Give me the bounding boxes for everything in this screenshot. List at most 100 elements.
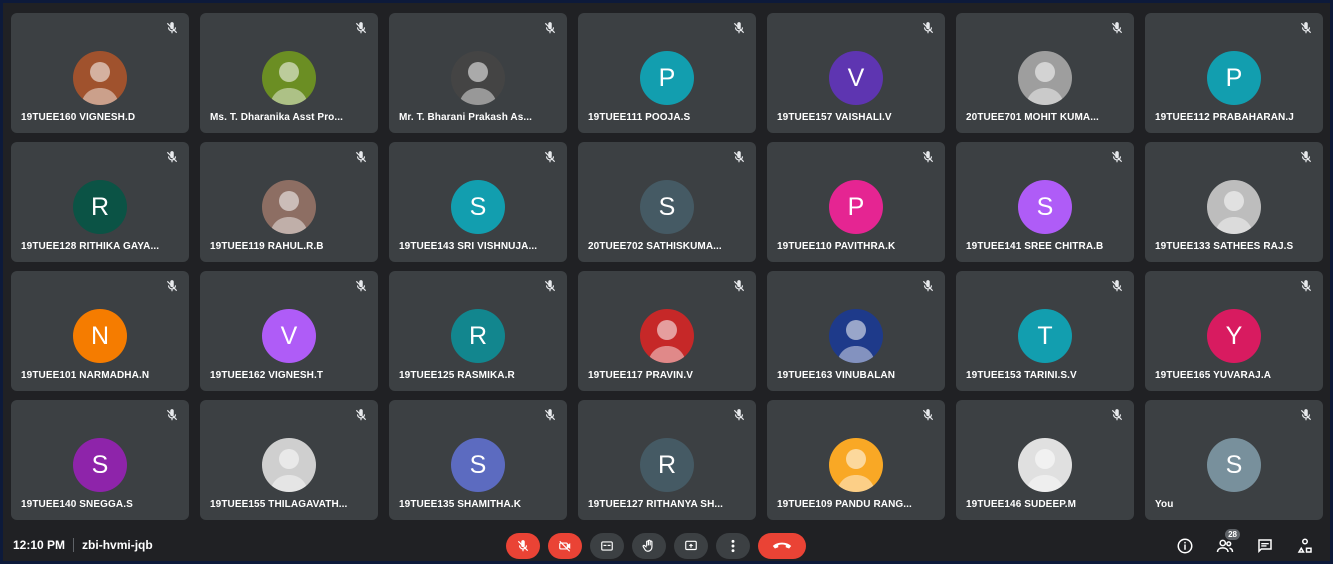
people-button[interactable]: 28 [1214, 529, 1240, 557]
participant-name: 19TUEE153 TARINI.S.V [966, 370, 1077, 381]
camera-toggle-button[interactable] [548, 533, 582, 559]
mic-off-icon [1299, 279, 1313, 293]
participant-tile[interactable]: 19TUEE119 RAHUL.R.B [200, 142, 378, 262]
participant-tile[interactable]: 19TUEE117 PRAVIN.V [578, 271, 756, 391]
chat-icon [1258, 539, 1272, 554]
participant-name: 19TUEE125 RASMIKA.R [399, 370, 515, 381]
participant-tile[interactable]: P 19TUEE111 POOJA.S [578, 13, 756, 133]
avatar-photo [1018, 51, 1072, 105]
mic-off-icon [921, 150, 935, 164]
info-icon [1177, 538, 1193, 554]
participant-tile[interactable]: Mr. T. Bharani Prakash As... [389, 13, 567, 133]
participant-name: 19TUEE163 VINUBALAN [777, 370, 896, 381]
mic-toggle-button[interactable] [506, 533, 540, 559]
participant-tile[interactable]: R 19TUEE128 RITHIKA GAYA... [11, 142, 189, 262]
mic-off-icon [517, 540, 529, 552]
avatar-photo [1207, 180, 1261, 234]
participant-name: 19TUEE165 YUVARAJ.A [1155, 370, 1272, 381]
participant-tile[interactable]: P 19TUEE112 PRABAHARAN.J [1145, 13, 1323, 133]
raise-hand-button[interactable] [632, 533, 666, 559]
mic-off-icon [354, 408, 368, 422]
participant-name: 19TUEE117 PRAVIN.V [588, 370, 693, 381]
avatar-initial: S [1207, 438, 1261, 492]
participant-name: 20TUEE701 MOHIT KUMA... [966, 112, 1099, 123]
participant-tile[interactable]: S 19TUEE141 SREE CHITRA.B [956, 142, 1134, 262]
participant-tile[interactable]: R 19TUEE127 RITHANYA SH... [578, 400, 756, 520]
camera-off-icon [559, 540, 571, 552]
avatar-initial: S [640, 180, 694, 234]
avatar-initial: V [262, 309, 316, 363]
participant-name: 19TUEE109 PANDU RANG... [777, 499, 912, 510]
participant-tile[interactable]: S 20TUEE702 SATHISKUMA... [578, 142, 756, 262]
participant-tile[interactable]: V 19TUEE162 VIGNESH.T [200, 271, 378, 391]
avatar-initial: P [1207, 51, 1261, 105]
captions-button[interactable] [590, 533, 624, 559]
participant-tile[interactable]: 19TUEE109 PANDU RANG... [767, 400, 945, 520]
more-options-button[interactable] [716, 533, 750, 559]
participant-tile[interactable]: R 19TUEE125 RASMIKA.R [389, 271, 567, 391]
avatar-initial: R [640, 438, 694, 492]
avatar-photo [829, 438, 883, 492]
participant-tile[interactable]: S 19TUEE140 SNEGGA.S [11, 400, 189, 520]
participant-tile[interactable]: 20TUEE701 MOHIT KUMA... [956, 13, 1134, 133]
mic-off-icon [543, 279, 557, 293]
participant-tile[interactable]: P 19TUEE110 PAVITHRA.K [767, 142, 945, 262]
participant-name: 19TUEE162 VIGNESH.T [210, 370, 324, 381]
mic-off-icon [1110, 21, 1124, 35]
participant-tile[interactable]: V 19TUEE157 VAISHALI.V [767, 13, 945, 133]
avatar-photo [262, 438, 316, 492]
participant-tile[interactable]: 19TUEE133 SATHEES RAJ.S [1145, 142, 1323, 262]
avatar-initial: R [73, 180, 127, 234]
mic-off-icon [1299, 21, 1313, 35]
participant-name: 19TUEE119 RAHUL.R.B [210, 241, 324, 252]
participant-tile[interactable]: N 19TUEE101 NARMADHA.N [11, 271, 189, 391]
participant-name: 19TUEE133 SATHEES RAJ.S [1155, 241, 1294, 252]
mic-off-icon [1299, 150, 1313, 164]
avatar-initial: S [451, 180, 505, 234]
participant-name: 19TUEE111 POOJA.S [588, 112, 691, 123]
avatar-initial: T [1018, 309, 1072, 363]
participant-tile[interactable]: S You [1145, 400, 1323, 520]
participant-tile[interactable]: 19TUEE155 THILAGAVATH... [200, 400, 378, 520]
participant-tile[interactable]: 19TUEE160 VIGNESH.D [11, 13, 189, 133]
participant-tile[interactable]: Y 19TUEE165 YUVARAJ.A [1145, 271, 1323, 391]
mic-off-icon [165, 279, 179, 293]
mic-off-icon [1110, 279, 1124, 293]
meeting-code[interactable]: zbi-hvmi-jqb [82, 538, 153, 552]
chat-button[interactable] [1254, 535, 1276, 557]
avatar-photo [640, 309, 694, 363]
participant-tile[interactable]: S 19TUEE135 SHAMITHA.K [389, 400, 567, 520]
present-icon [685, 540, 697, 551]
avatar-photo [262, 51, 316, 105]
participant-tile[interactable]: 19TUEE163 VINUBALAN [767, 271, 945, 391]
avatar-photo [262, 180, 316, 234]
participant-tile[interactable]: Ms. T. Dharanika Asst Pro... [200, 13, 378, 133]
participant-tile[interactable]: T 19TUEE153 TARINI.S.V [956, 271, 1134, 391]
present-button[interactable] [674, 533, 708, 559]
activities-button[interactable] [1294, 535, 1316, 557]
mic-off-icon [921, 408, 935, 422]
mic-off-icon [543, 21, 557, 35]
mic-off-icon [165, 150, 179, 164]
avatar-initial: S [1018, 180, 1072, 234]
mic-off-icon [732, 408, 746, 422]
participant-name: 19TUEE128 RITHIKA GAYA... [21, 241, 160, 252]
avatar-initial: P [640, 51, 694, 105]
participant-name: 19TUEE112 PRABAHARAN.J [1155, 112, 1294, 123]
captions-icon [601, 541, 613, 551]
mic-off-icon [921, 279, 935, 293]
avatar-initial: V [829, 51, 883, 105]
info-button[interactable] [1174, 535, 1196, 557]
bottom-bar: 12:10 PM zbi-hvmi-jqb 28 [3, 529, 1330, 561]
mic-off-icon [354, 150, 368, 164]
participant-name: Ms. T. Dharanika Asst Pro... [210, 112, 344, 123]
end-call-button[interactable] [758, 533, 806, 559]
mic-off-icon [1299, 408, 1313, 422]
participant-name: 19TUEE127 RITHANYA SH... [588, 499, 724, 510]
mic-off-icon [732, 21, 746, 35]
participant-tile[interactable]: 19TUEE146 SUDEEP.M [956, 400, 1134, 520]
avatar-initial: S [451, 438, 505, 492]
participant-name: Mr. T. Bharani Prakash As... [399, 112, 533, 123]
avatar-initial: S [73, 438, 127, 492]
participant-tile[interactable]: S 19TUEE143 SRI VISHNUJA... [389, 142, 567, 262]
